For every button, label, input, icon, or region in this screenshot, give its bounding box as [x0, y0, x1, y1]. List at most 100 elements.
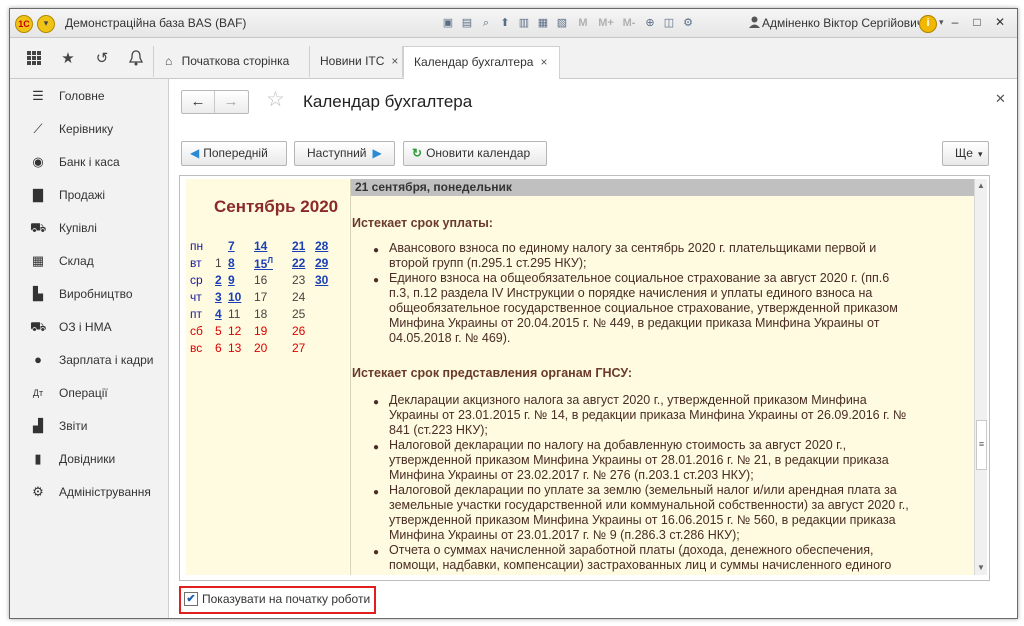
calendar-day-link[interactable]: 14	[254, 239, 267, 253]
weekday-label: пн	[190, 239, 204, 253]
show-on-start-label[interactable]: Показувати на початку роботи	[202, 592, 370, 606]
vertical-scrollbar[interactable]: ▲ ≡ ▼	[974, 179, 987, 575]
save-icon[interactable]: ▣	[440, 15, 456, 31]
sidebar-item-purchases[interactable]: ⛟ Купівлі	[10, 216, 168, 240]
list-item-line: Налоговой декларации по налогу на добавл…	[389, 438, 847, 452]
panel-icon[interactable]: ◫	[661, 15, 677, 31]
zoom-icon[interactable]: ⊕	[642, 15, 658, 31]
factory-icon: ▙	[33, 286, 43, 301]
home-icon: ⌂	[165, 54, 173, 68]
calendar-day-link[interactable]: 15Л	[254, 256, 273, 271]
calendar-day-link[interactable]: 2	[215, 273, 222, 287]
month-calendar: Сентябрь 2020 пн 7 14 21 28 вт 1 8 15Л 2…	[186, 179, 349, 575]
calendar-day-link[interactable]: 22	[292, 256, 305, 270]
history-icon[interactable]: ↺	[93, 50, 111, 68]
tab-news[interactable]: Новини ІТС ×	[309, 46, 403, 77]
print-icon[interactable]: ▤	[459, 15, 475, 31]
calendar-day-link[interactable]: 30	[315, 273, 328, 287]
sidebar-item-directories[interactable]: ▮ Довідники	[10, 447, 168, 471]
refresh-calendar-button[interactable]: ↻ Оновити календар	[403, 141, 547, 166]
calendar-day: 26	[292, 324, 306, 338]
calendar-day-link[interactable]: 10	[228, 290, 241, 304]
tab-home[interactable]: ⌂ Початкова сторінка	[153, 46, 310, 77]
form-area: ← → ☆ Календар бухгалтера ✕ ◀ Попередній …	[169, 79, 1017, 618]
weekday-label: чт	[190, 290, 202, 304]
tab-calendar[interactable]: Календар бухгалтера ×	[403, 46, 560, 79]
sidebar-item-sales[interactable]: ▇ Продажі	[10, 183, 168, 207]
calendar-month-title: Сентябрь 2020	[214, 197, 339, 216]
calendar-day: 18	[254, 307, 268, 321]
sidebar-item-operations[interactable]: Дт Операції	[10, 381, 168, 405]
calendar-day: 13	[228, 341, 242, 355]
calculator-icon[interactable]: ▦	[535, 15, 551, 31]
back-arrow-icon[interactable]: ←	[182, 91, 215, 113]
scroll-down-icon[interactable]: ▼	[975, 561, 987, 575]
calendar-day-link[interactable]: 29	[315, 256, 328, 270]
main-menu-icon[interactable]: ▾	[37, 15, 55, 33]
memory-plus-icon[interactable]: M+	[596, 15, 616, 31]
sidebar-item-salary[interactable]: ● Зарплата і кадри	[10, 348, 168, 372]
dtkt-icon: Дт	[32, 388, 44, 398]
favorites-star-icon[interactable]: ★	[59, 50, 77, 68]
calendar-day-link[interactable]: 4	[215, 307, 222, 321]
close-tab-icon[interactable]: ×	[540, 55, 547, 69]
weekday-label: вт	[190, 256, 202, 270]
link-icon[interactable]: ⬆	[497, 15, 513, 31]
list-item-line: Минфина Украины от 20.04.2015 г. № 449, …	[389, 316, 880, 330]
sidebar-item-warehouse[interactable]: ▦ Склад	[10, 249, 168, 273]
calendar-day-link[interactable]: 21	[292, 239, 305, 253]
sidebar-item-reports[interactable]: ▟ Звіти	[10, 414, 168, 438]
calendar-day: 17	[254, 290, 268, 304]
sidebar-item-bank[interactable]: ◉ Банк і каса	[10, 150, 168, 174]
bell-icon[interactable]	[127, 50, 145, 68]
scroll-thumb[interactable]: ≡	[976, 420, 987, 470]
print-copy-icon[interactable]: ▥	[516, 15, 532, 31]
memory-minus-icon[interactable]: M-	[619, 15, 639, 31]
forward-arrow-icon[interactable]: →	[215, 91, 247, 113]
close-tab-icon[interactable]: ×	[391, 54, 398, 68]
chevron-down-icon[interactable]: ▾	[939, 17, 944, 28]
sidebar-item-production[interactable]: ▙ Виробництво	[10, 282, 168, 306]
gear-icon: ⚙	[32, 484, 44, 499]
user-name[interactable]: Адміненко Віктор Сергійович	[762, 16, 923, 30]
sidebar-item-fixed-assets[interactable]: ⛟ ОЗ і НМА	[10, 315, 168, 339]
list-item-line: п.3, п.12 раздела IV Инструкции о порядк…	[389, 286, 873, 300]
list-item-line: земельные участки государственной или ко…	[389, 498, 909, 512]
calendar-day-link[interactable]: 7	[228, 239, 235, 253]
list-item-line: Минфина Украины от 23.01.2017 г. № 9 (п.…	[389, 528, 740, 542]
calendar-day: 12	[228, 324, 242, 338]
title-bar: 1С ▾ Демонстраційна база BAS (BAF) ▣ ▤ ⌕…	[10, 9, 1017, 38]
previous-button[interactable]: ◀ Попередній	[181, 141, 287, 166]
close-window-button[interactable]: ✕	[991, 14, 1009, 30]
maximize-button[interactable]: □	[968, 14, 986, 30]
list-item-line: 841 (ст.223 НКУ);	[389, 423, 488, 437]
sidebar-item-admin[interactable]: ⚙ Адміністрування	[10, 480, 168, 504]
sections-grid-icon[interactable]	[25, 50, 43, 68]
calendar-day-link[interactable]: 28	[315, 239, 328, 253]
cart-icon: ⛟	[30, 220, 47, 235]
close-form-icon[interactable]: ✕	[995, 91, 1006, 107]
sidebar-item-main[interactable]: ☰ Головне	[10, 84, 168, 108]
preview-icon[interactable]: ⌕	[478, 15, 494, 31]
events-panel: 21 сентября, понедельник Истекает срок у…	[350, 179, 974, 575]
sidebar-item-label: Адміністрування	[59, 485, 151, 499]
scroll-up-icon[interactable]: ▲	[975, 179, 987, 193]
calendar-day-link[interactable]: 8	[228, 256, 235, 270]
sidebar-item-manager[interactable]: ⟋ Керівнику	[10, 117, 168, 141]
calendar-day-link[interactable]: 3	[215, 290, 222, 304]
calendar-icon[interactable]: ▧	[554, 15, 570, 31]
tab-bar: ★ ↺ ⌂ Початкова сторінка Новини ІТС × Кал…	[10, 38, 1017, 79]
info-icon[interactable]: i	[919, 15, 937, 33]
bullet-icon: ●	[373, 245, 380, 256]
next-button[interactable]: Наступний ▶	[294, 141, 395, 166]
favorite-star-icon[interactable]: ☆	[266, 89, 285, 111]
more-button[interactable]: Ще ▾	[942, 141, 989, 166]
calendar-day-link[interactable]: 9	[228, 273, 235, 287]
settings-icon[interactable]: ⚙	[680, 15, 696, 31]
truck-icon: ⛟	[30, 319, 47, 334]
memory-m-icon[interactable]: M	[573, 15, 593, 31]
calendar-day: 24	[292, 290, 306, 304]
minimize-button[interactable]: –	[946, 14, 964, 30]
bullet-icon: ●	[373, 275, 380, 286]
show-on-start-checkbox[interactable]: ✔	[184, 592, 198, 606]
